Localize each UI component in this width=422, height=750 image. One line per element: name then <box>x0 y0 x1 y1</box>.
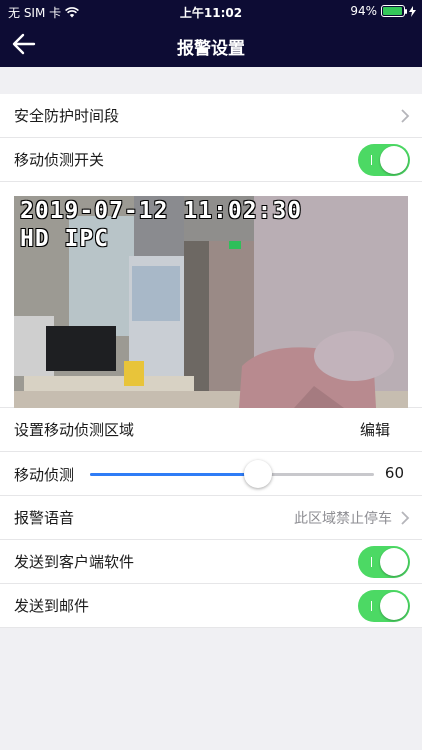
motion-switch-row: 移动侦测开关 <box>0 138 422 182</box>
alarm-voice-value: 此区域禁止停车 <box>294 510 392 527</box>
slider-knob[interactable] <box>243 460 272 488</box>
send-client-row: 发送到客户端软件 <box>0 540 422 584</box>
region-label: 设置移动侦测区域 <box>14 421 135 439</box>
page-title: 报警设置 <box>177 39 245 59</box>
battery-percent: 94% <box>350 4 377 18</box>
battery-level <box>383 7 402 15</box>
toggle-knob <box>380 145 408 174</box>
chevron-right-icon <box>401 108 410 123</box>
sensitivity-row: 移动侦测 60 <box>0 452 422 496</box>
nav-bar: 报警设置 <box>0 22 422 67</box>
detection-region-row: 设置移动侦测区域 编辑 <box>0 408 422 452</box>
send-mail-row: 发送到邮件 <box>0 584 422 628</box>
motion-detection-toggle[interactable] <box>358 143 410 176</box>
send-mail-label: 发送到邮件 <box>14 597 90 615</box>
toggle-on-mark <box>371 556 372 567</box>
battery-icon <box>381 5 407 17</box>
settings-list: 安全防护时间段 移动侦测开关 2019-07-12 11:02:30 HD IP… <box>0 94 422 628</box>
toggle-on-mark <box>371 154 372 165</box>
schedule-row[interactable]: 安全防护时间段 <box>0 94 422 138</box>
chevron-right-icon <box>401 510 410 525</box>
toggle-on-mark <box>371 600 372 611</box>
status-bar: 无 SIM 卡 上午11:02 94% <box>0 0 422 22</box>
slider-fill <box>90 473 258 476</box>
toggle-knob <box>380 591 408 620</box>
camera-preview[interactable]: 2019-07-12 11:02:30 HD IPC <box>14 196 408 408</box>
charging-icon <box>409 5 416 17</box>
send-mail-toggle[interactable] <box>358 589 410 622</box>
header: 无 SIM 卡 上午11:02 94% 报警设置 <box>0 0 422 67</box>
alarm-voice-label: 报警语音 <box>14 509 75 527</box>
status-right: 94% <box>350 4 416 18</box>
edit-region-button[interactable]: 编辑 <box>360 419 390 440</box>
motion-switch-label: 移动侦测开关 <box>14 151 105 169</box>
sensitivity-slider[interactable] <box>90 460 374 488</box>
send-client-toggle[interactable] <box>358 545 410 578</box>
send-client-label: 发送到客户端软件 <box>14 553 135 571</box>
camera-channel-label: HD IPC <box>20 226 110 252</box>
camera-timestamp: 2019-07-12 11:02:30 <box>20 198 303 224</box>
alarm-voice-row[interactable]: 报警语音 此区域禁止停车 <box>0 496 422 540</box>
camera-preview-container: 2019-07-12 11:02:30 HD IPC <box>0 182 422 408</box>
schedule-label: 安全防护时间段 <box>14 107 120 125</box>
toggle-knob <box>380 547 408 576</box>
sensitivity-value: 60 <box>384 464 404 482</box>
sensitivity-label: 移动侦测 <box>14 466 75 484</box>
